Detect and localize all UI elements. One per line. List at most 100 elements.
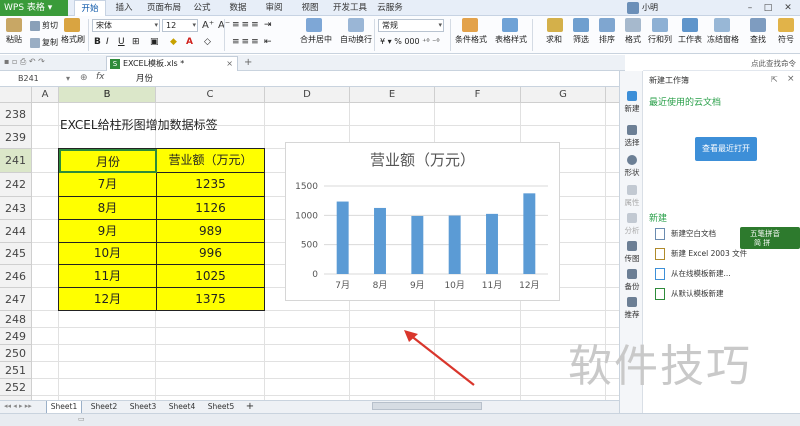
- table-cell[interactable]: 9月: [59, 220, 157, 243]
- tab-home[interactable]: 开始: [74, 0, 106, 16]
- worksheet-icon[interactable]: [682, 18, 698, 32]
- sum-icon[interactable]: [547, 18, 563, 32]
- format-button[interactable]: 格式: [620, 34, 646, 45]
- sidebar-item-new[interactable]: 新建: [620, 91, 644, 114]
- font-size-select[interactable]: 12 ▾: [162, 19, 198, 32]
- merge-center-icon[interactable]: [306, 18, 322, 32]
- align-top-icon[interactable]: ≡≡≡: [232, 20, 261, 30]
- tab-insert[interactable]: 插入: [112, 0, 136, 16]
- merge-cells-icon[interactable]: ▣: [150, 37, 159, 47]
- row-header[interactable]: 252: [0, 379, 32, 396]
- row-header[interactable]: 245: [0, 243, 32, 265]
- app-menu-button[interactable]: WPS 表格 ▾: [0, 0, 68, 16]
- filter-button[interactable]: 筛选: [568, 34, 594, 45]
- copy-button[interactable]: 复制: [30, 37, 58, 48]
- new-excel-2003-file[interactable]: 新建 Excel 2003 文件: [655, 247, 747, 261]
- document-tab[interactable]: S EXCEL模板.xls * ×: [106, 56, 238, 71]
- merge-center-button[interactable]: 合并居中: [296, 34, 336, 45]
- clear-format-icon[interactable]: ◇: [204, 37, 211, 47]
- new-blank-document[interactable]: 新建空白文档: [655, 227, 716, 241]
- fill-color-icon[interactable]: ◆: [170, 37, 177, 47]
- conditional-format-icon[interactable]: [462, 18, 478, 32]
- new-from-online-template[interactable]: 从在线模板新建...: [655, 267, 731, 281]
- sidebar-item-select[interactable]: 选择: [620, 125, 644, 148]
- ime-toolbar[interactable]: 五笔拼音 简 拼: [740, 227, 800, 249]
- sort-icon[interactable]: [599, 18, 615, 32]
- outdent-icon[interactable]: ⇤: [264, 37, 272, 47]
- column-header-c[interactable]: C: [156, 87, 265, 103]
- row-header[interactable]: 242: [0, 173, 32, 197]
- symbol-button[interactable]: 符号: [773, 34, 799, 45]
- table-cell[interactable]: 8月: [59, 197, 157, 220]
- column-header-f[interactable]: F: [435, 87, 521, 103]
- formula-input[interactable]: 月份: [136, 73, 153, 85]
- worksheet-button[interactable]: 工作表: [676, 34, 704, 45]
- view-recent-button[interactable]: 查看最近打开: [695, 137, 757, 161]
- find-button[interactable]: 查找: [744, 34, 772, 45]
- select-all-corner[interactable]: [0, 87, 32, 103]
- tab-cloud[interactable]: 云服务: [374, 0, 406, 16]
- table-cell[interactable]: 10月: [59, 243, 157, 265]
- name-box[interactable]: B241 ▾: [18, 73, 74, 85]
- table-cell[interactable]: 989: [157, 220, 265, 243]
- font-name-select[interactable]: 宋体 ▾: [92, 19, 160, 32]
- row-header[interactable]: 249: [0, 328, 32, 345]
- wrap-text-button[interactable]: 自动换行: [338, 34, 374, 45]
- tab-page-layout[interactable]: 页面布局: [144, 0, 184, 16]
- cut-button[interactable]: 剪切: [30, 20, 58, 31]
- close-icon[interactable]: ✕: [782, 2, 794, 14]
- row-col-icon[interactable]: [652, 18, 668, 32]
- table-cell[interactable]: 12月: [59, 288, 157, 311]
- row-header[interactable]: 248: [0, 311, 32, 328]
- column-header-d[interactable]: D: [265, 87, 350, 103]
- underline-icon[interactable]: U: [118, 37, 125, 47]
- table-cell[interactable]: 7月: [59, 173, 157, 197]
- format-icon[interactable]: [625, 18, 641, 32]
- status-icon[interactable]: ▭: [78, 415, 85, 423]
- sidebar-item-shapes[interactable]: 形状: [620, 155, 644, 178]
- sum-button[interactable]: 求和: [541, 34, 567, 45]
- column-header-e[interactable]: E: [350, 87, 435, 103]
- row-header[interactable]: 239: [0, 126, 32, 149]
- tab-developer[interactable]: 开发工具: [330, 0, 370, 16]
- column-header-b[interactable]: B: [59, 87, 156, 103]
- sort-button[interactable]: 排序: [594, 34, 620, 45]
- column-header-g[interactable]: G: [521, 87, 606, 103]
- table-cell[interactable]: 11月: [59, 265, 157, 288]
- header-cell-revenue[interactable]: 营业额（万元）: [157, 149, 265, 173]
- new-tab-icon[interactable]: +: [244, 57, 252, 68]
- row-header[interactable]: 246: [0, 265, 32, 288]
- conditional-format-button[interactable]: 条件格式: [452, 34, 490, 45]
- font-grow-icon[interactable]: A⁺: [202, 20, 214, 31]
- close-tab-icon[interactable]: ×: [226, 57, 233, 70]
- indent-icon[interactable]: ⇥: [264, 20, 272, 30]
- freeze-button[interactable]: 冻结窗格: [704, 34, 742, 45]
- row-header[interactable]: 238: [0, 103, 32, 126]
- wrap-text-icon[interactable]: [348, 18, 364, 32]
- command-search-link[interactable]: 点此查找命令: [751, 58, 796, 69]
- row-col-button[interactable]: 行和列: [646, 34, 674, 45]
- sheet-title-cell[interactable]: EXCEL给柱形图增加数据标签: [60, 116, 218, 133]
- number-format-select[interactable]: 常规 ▾: [378, 19, 444, 32]
- table-style-button[interactable]: 表格样式: [492, 34, 530, 45]
- table-cell[interactable]: 1025: [157, 265, 265, 288]
- row-header[interactable]: 247: [0, 288, 32, 311]
- table-style-icon[interactable]: [502, 18, 518, 32]
- row-header[interactable]: 251: [0, 362, 32, 379]
- currency-icon[interactable]: ¥ ▾ % 000 ⁺⁰ ⁻⁰: [380, 37, 440, 46]
- filter-icon[interactable]: [573, 18, 589, 32]
- sidebar-item-backup[interactable]: 备份: [620, 269, 644, 292]
- sidebar-item-recommend[interactable]: 推荐: [620, 297, 644, 320]
- pane-close-icon[interactable]: ×: [787, 74, 795, 84]
- row-header[interactable]: 243: [0, 197, 32, 220]
- format-painter-icon[interactable]: [64, 18, 80, 32]
- table-cell[interactable]: 1126: [157, 197, 265, 220]
- freeze-icon[interactable]: [714, 18, 730, 32]
- paste-icon[interactable]: [6, 18, 22, 32]
- row-header[interactable]: 244: [0, 220, 32, 243]
- table-cell[interactable]: 996: [157, 243, 265, 265]
- header-cell-month[interactable]: 月份: [59, 149, 157, 173]
- tab-review[interactable]: 审阅: [262, 0, 286, 16]
- format-painter-button[interactable]: 格式刷: [58, 34, 88, 45]
- sidebar-item-upload[interactable]: 传图: [620, 241, 644, 264]
